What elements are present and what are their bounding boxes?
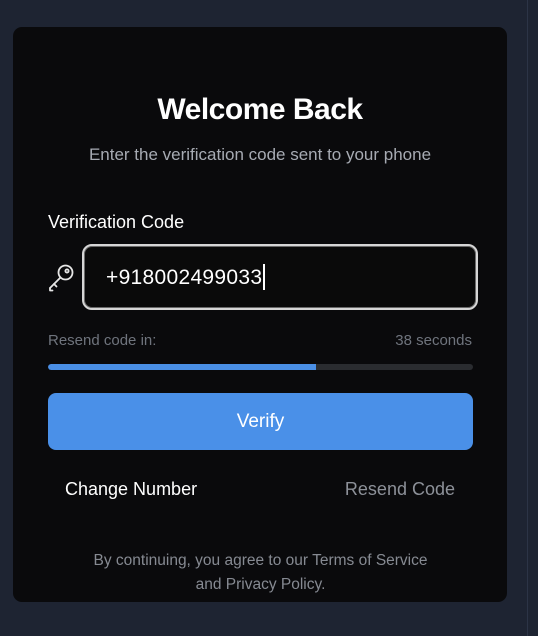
resend-countdown-label: Resend code in: [48,332,157,349]
resend-code-link[interactable]: Resend Code [345,479,455,500]
key-icon [49,264,74,292]
verification-code-label: Verification Code [48,212,185,232]
resend-progress-bar [48,364,473,370]
verify-button[interactable]: Verify [48,393,473,450]
resend-countdown-timer: 38 seconds [395,332,472,349]
page: Welcome Back Enter the verification code… [0,0,538,636]
resend-progress-fill [48,364,316,370]
page-subtitle: Enter the verification code sent to your… [88,145,432,164]
terms-notice-line-1: By continuing, you agree to our Terms of… [93,552,428,569]
verification-code-input[interactable]: +918002499033 [82,244,478,310]
page-title: Welcome Back [157,93,363,126]
terms-notice: By continuing, you agree to our Terms of… [48,549,473,597]
terms-notice-line-2: and Privacy Policy. [195,576,326,593]
change-number-link[interactable]: Change Number [65,479,197,500]
window-divider [527,0,528,636]
text-caret [263,264,266,290]
verification-card: Welcome Back Enter the verification code… [13,27,507,602]
verification-code-value: +918002499033 [106,265,263,289]
